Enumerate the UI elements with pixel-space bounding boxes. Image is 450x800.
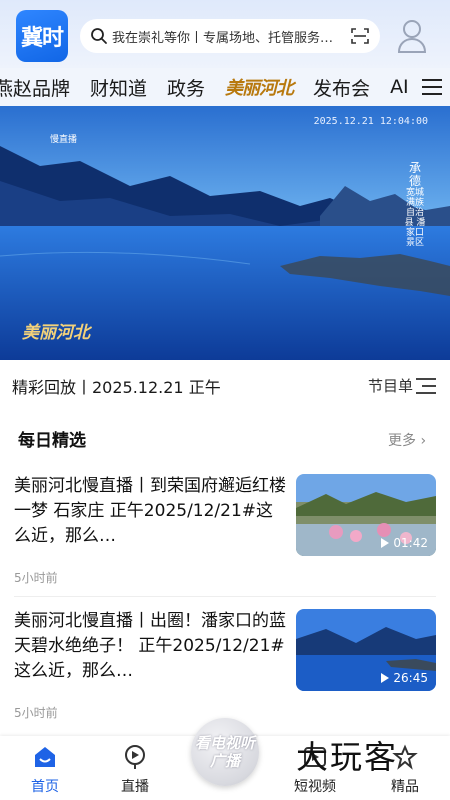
tab-press-conference[interactable]: 发布会 — [313, 74, 370, 101]
location-title: 承德 — [408, 161, 421, 188]
app-header: 冀时 我在崇礼等你丨专属场地、托管服务… — [0, 0, 450, 68]
duration-text: 26:45 — [393, 671, 428, 685]
news-headline[interactable]: 美丽河北慢直播丨出圈！潘家口的蓝天碧水绝绝子！ 正午2025/12/21#这么近… — [14, 609, 290, 684]
video-duration: 26:45 — [381, 671, 428, 685]
live-timestamp: 2025.12.21 12:04:00 — [313, 116, 428, 127]
tv-radio-label: 看电视听广播 — [194, 734, 255, 770]
tab-yanzhao-brand[interactable]: 燕赵品牌 — [0, 74, 70, 101]
hero-brand-logo: 美丽河北 — [22, 323, 90, 343]
tab-live-label: 直播 — [121, 779, 149, 795]
play-icon — [381, 538, 390, 548]
duration-text: 01:42 — [393, 536, 428, 550]
live-icon — [125, 745, 145, 769]
news-time: 5小时前 — [14, 571, 58, 585]
tab-ai[interactable]: AI — [390, 76, 409, 98]
divider — [14, 596, 436, 597]
news-time: 5小时前 — [14, 706, 58, 720]
logo-text: 冀时 — [20, 26, 64, 51]
app-logo[interactable]: 冀时 — [16, 10, 68, 62]
tab-caizhidao[interactable]: 财知道 — [90, 74, 147, 101]
watermark: 大玩客 — [296, 738, 399, 776]
replay-title: 精彩回放丨2025.12.21 正午 — [12, 378, 221, 397]
schedule-link[interactable]: 节目单 — [368, 375, 413, 396]
news-thumbnail[interactable]: 26:45 — [296, 609, 436, 691]
tab-beautiful-hebei[interactable]: 美丽河北 — [225, 74, 294, 100]
news-headline[interactable]: 美丽河北慢直播丨到荣国府邂逅红楼一梦 石家庄 正午2025/12/21#这么近，… — [14, 474, 290, 549]
live-tag: 慢直播 — [50, 135, 78, 145]
replay-bar[interactable]: 精彩回放丨2025.12.21 正午 节目单 — [0, 360, 450, 412]
news-item[interactable]: 美丽河北慢直播丨到荣国府邂逅红楼一梦 石家庄 正午2025/12/21#这么近，… — [0, 474, 450, 602]
home-icon — [35, 747, 55, 767]
tab-short-video-label: 短视频 — [294, 779, 336, 795]
section-title: 每日精选 — [18, 431, 86, 451]
tab-government[interactable]: 政务 — [167, 74, 205, 101]
profile-icon[interactable] — [396, 18, 428, 54]
tab-home[interactable]: 首页 — [10, 736, 80, 800]
tab-home-label: 首页 — [31, 779, 59, 795]
scan-icon[interactable] — [350, 26, 370, 46]
more-link[interactable]: 更多 › — [388, 430, 426, 450]
tab-premium-label: 精品 — [391, 779, 419, 795]
search-bar[interactable]: 我在崇礼等你丨专属场地、托管服务… — [80, 19, 380, 53]
schedule-list-icon[interactable] — [414, 375, 438, 397]
news-thumbnail[interactable]: 01:42 — [296, 474, 436, 556]
live-hero-banner[interactable]: 慢直播 2025.12.21 12:04:00 承德 宽城满族自治县 潘家口景区… — [0, 106, 450, 360]
tv-radio-button[interactable]: 看电视听广播 — [191, 718, 259, 786]
video-duration: 01:42 — [381, 536, 428, 550]
location-caption: 承德 宽城满族自治县 潘家口景区 — [404, 161, 426, 249]
channel-tabs: 燕赵品牌 财知道 政务 美丽河北 发布会 AI — [0, 68, 450, 106]
location-subtitle: 宽城满族自治县 潘家口景区 — [404, 188, 426, 248]
search-icon — [91, 28, 107, 44]
play-icon — [381, 673, 390, 683]
tab-live[interactable]: 直播 — [100, 736, 170, 800]
search-input[interactable]: 我在崇礼等你丨专属场地、托管服务… — [112, 27, 346, 46]
menu-icon[interactable] — [420, 76, 444, 98]
